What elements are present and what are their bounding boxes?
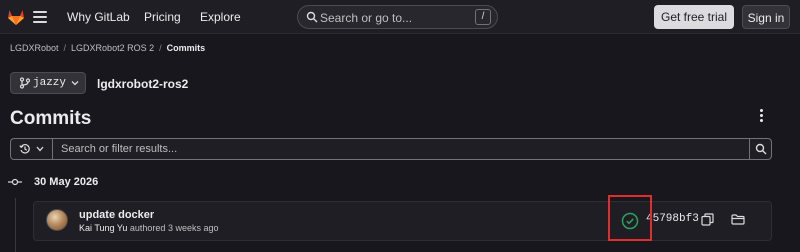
author-avatar[interactable]: [46, 209, 68, 231]
commit-author-link[interactable]: Kai Tung Yu: [79, 223, 127, 233]
commit-meta: Kai Tung Yu authored 3 weeks ago: [79, 223, 218, 233]
commit-sha[interactable]: 45798bf3: [646, 213, 699, 225]
breadcrumb-separator: /: [159, 43, 162, 53]
commit-row: update docker Kai Tung Yu authored 3 wee…: [33, 201, 772, 241]
menu-icon[interactable]: [33, 11, 47, 23]
filter-bar: Search or filter results...: [10, 138, 772, 160]
search-placeholder: Search or go to...: [320, 11, 413, 25]
branch-selector-button[interactable]: jazzy: [10, 72, 86, 94]
commit-title-link[interactable]: update docker: [79, 209, 154, 221]
nav-pricing[interactable]: Pricing: [144, 10, 181, 24]
filter-search-input[interactable]: Search or filter results...: [61, 143, 177, 155]
search-shortcut-key: /: [475, 9, 491, 25]
commit-date-heading: 30 May 2026: [34, 176, 99, 188]
history-icon: [19, 143, 30, 154]
highlight-annotation-box: [608, 195, 652, 241]
chevron-down-icon: [71, 81, 79, 86]
gitlab-logo-icon[interactable]: [6, 7, 26, 27]
recent-searches-button[interactable]: [11, 139, 53, 159]
branch-icon: [19, 77, 31, 89]
search-icon: [306, 11, 318, 23]
timeline-line: [15, 198, 16, 252]
breadcrumb-item-group[interactable]: LGDXRobot: [10, 43, 59, 53]
breadcrumb-separator: /: [63, 43, 67, 53]
breadcrumb-item-project[interactable]: LGDXRobot2 ROS 2: [71, 43, 154, 53]
nav-why-gitlab[interactable]: Why GitLab: [67, 10, 130, 24]
folder-icon[interactable]: [731, 214, 745, 225]
search-icon: [755, 143, 767, 155]
copy-icon[interactable]: [701, 213, 714, 226]
global-search-input[interactable]: Search or go to... /: [297, 5, 498, 29]
sign-in-button[interactable]: Sign in: [742, 5, 790, 29]
breadcrumb-item-commits[interactable]: Commits: [167, 43, 206, 53]
commit-time: 3 weeks ago: [167, 223, 219, 233]
chevron-down-icon: [36, 146, 44, 152]
repository-name[interactable]: lgdxrobot2-ros2: [97, 77, 188, 91]
branch-name: jazzy: [33, 77, 67, 89]
get-free-trial-button[interactable]: Get free trial: [654, 5, 734, 29]
more-actions-icon[interactable]: [752, 109, 770, 125]
page-title: Commits: [10, 108, 92, 129]
top-bar: Why GitLab Pricing Explore Search or go …: [0, 0, 800, 34]
filter-search-button[interactable]: [749, 139, 771, 159]
commit-icon: [8, 178, 22, 186]
nav-explore[interactable]: Explore: [200, 10, 241, 24]
breadcrumb: LGDXRobot / LGDXRobot2 ROS 2 / Commits: [10, 43, 205, 53]
authored-text: authored: [129, 223, 166, 233]
